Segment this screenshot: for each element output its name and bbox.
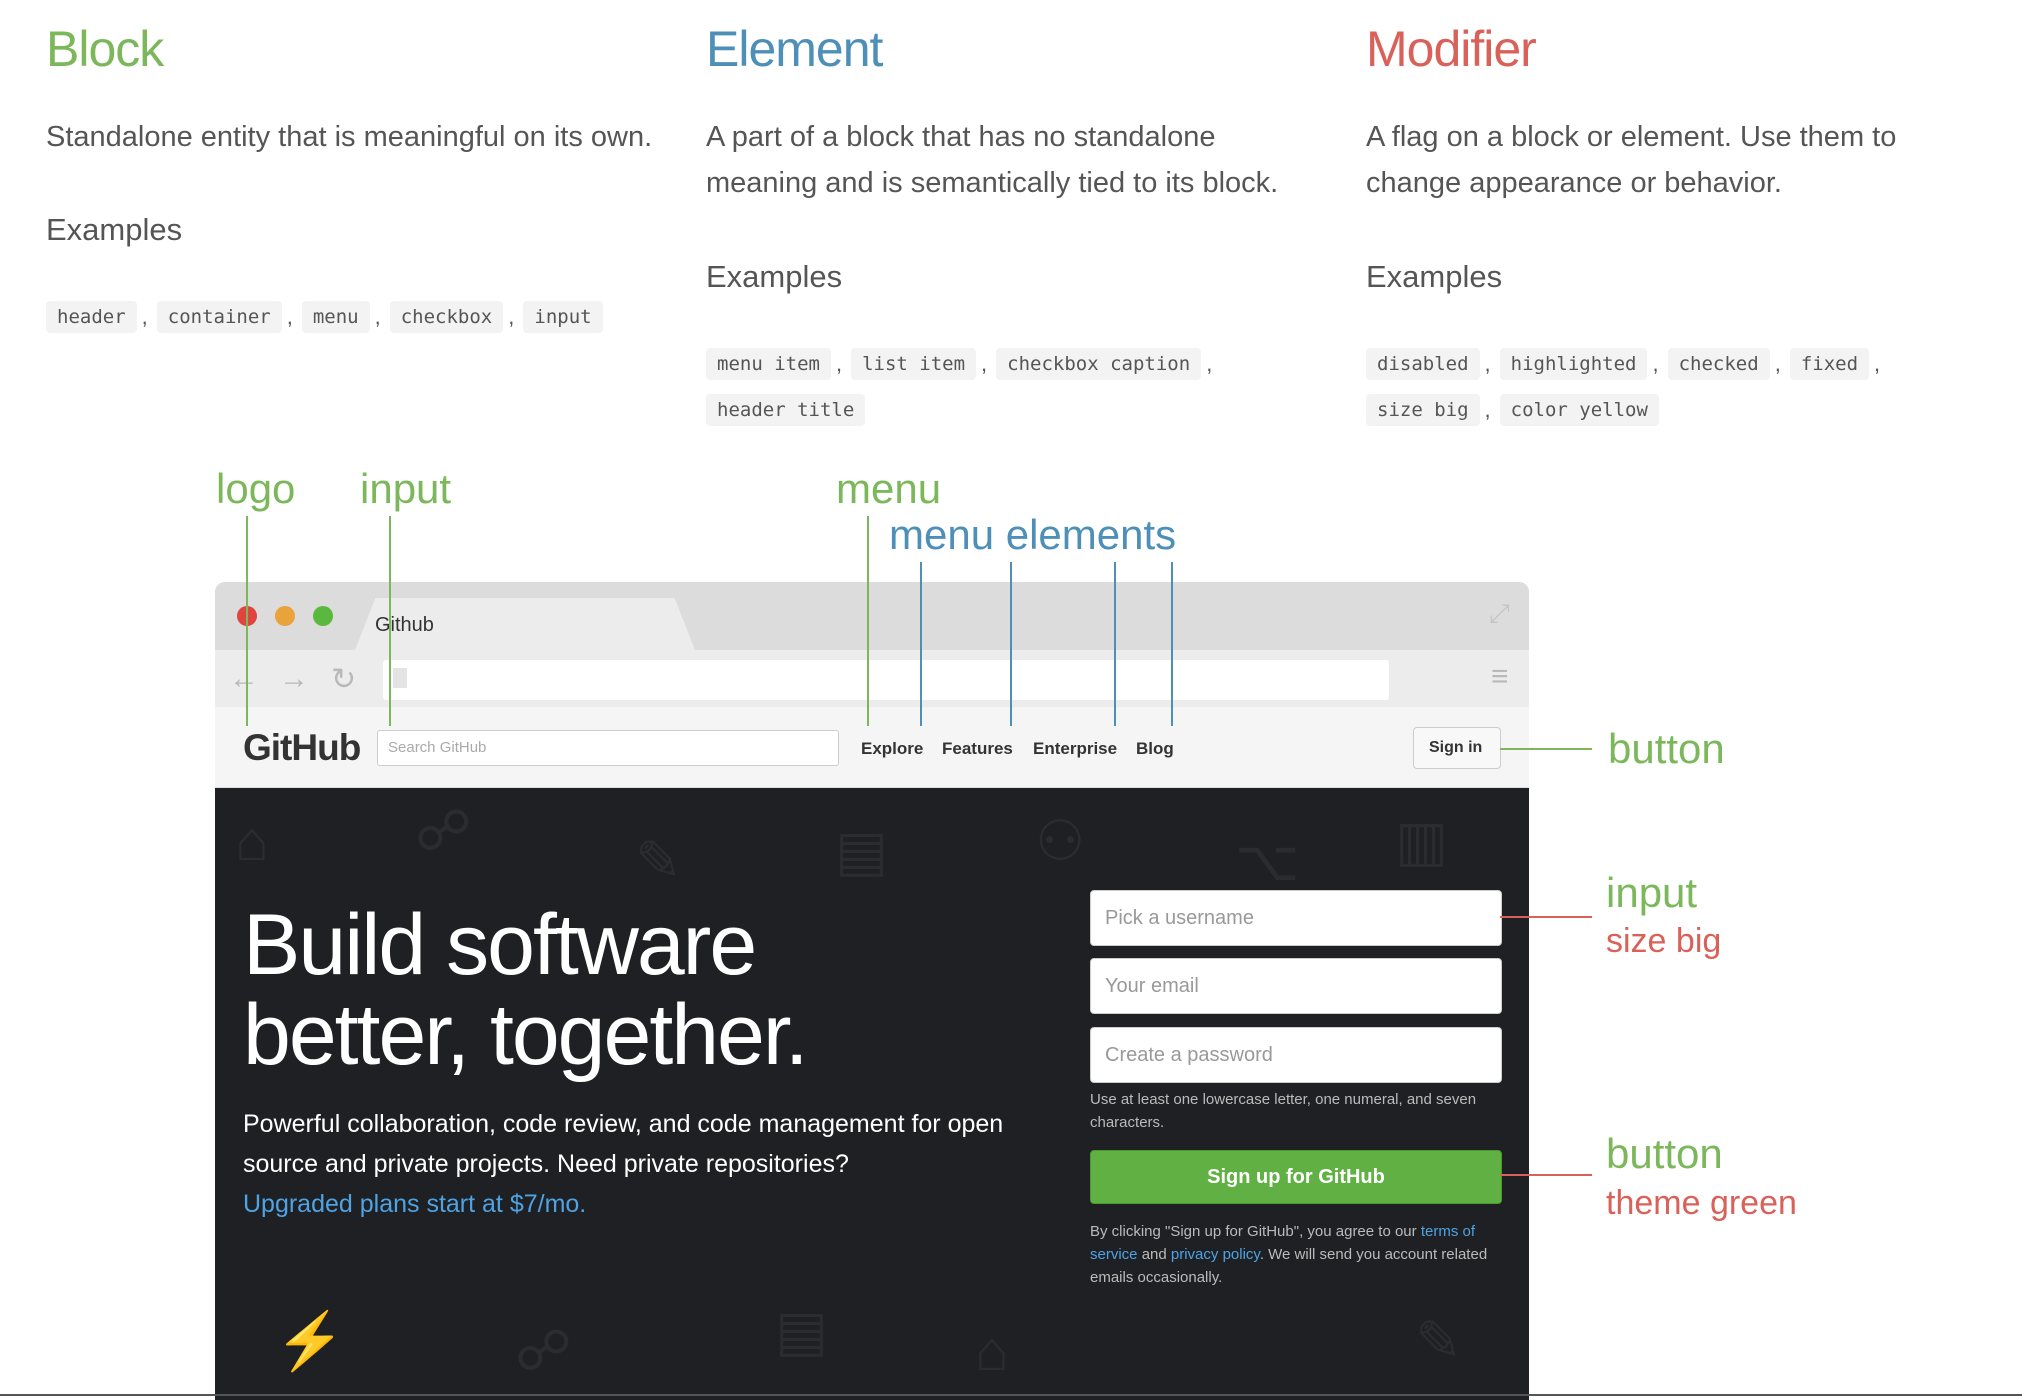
octicon-pattern-icon: ⌂ [235, 809, 269, 872]
menu-icon[interactable]: ≡ [1491, 660, 1509, 694]
address-bar[interactable] [383, 660, 1389, 700]
sign-up-button[interactable]: Sign up for GitHub [1090, 1150, 1502, 1204]
octicon-pattern-icon: ▤ [775, 1299, 828, 1362]
password-input[interactable]: Create a password [1090, 1027, 1502, 1083]
modifier-title: Modifier [1366, 21, 1537, 77]
octicon-pattern-icon: ✎ [635, 829, 682, 892]
annotation-button-modifier: theme green [1606, 1184, 1797, 1222]
hero-lede: Powerful collaboration, code review, and… [243, 1104, 1023, 1224]
example-tag: highlighted [1499, 348, 1648, 380]
menu-item-features[interactable]: Features [942, 739, 1013, 759]
menu-item-enterprise[interactable]: Enterprise [1033, 739, 1117, 759]
example-tag: checkbox [389, 301, 504, 333]
annotation-input-top: input [360, 465, 452, 512]
octicon-pattern-icon: ✎ [1415, 1309, 1462, 1372]
example-tag: disabled [1366, 348, 1480, 380]
headline-line-2: better, together. [243, 987, 809, 1083]
sign-up-label: Sign up for GitHub [1207, 1166, 1385, 1188]
example-tag: header [46, 301, 137, 333]
modifier-description: A flag on a block or element. Use them t… [1366, 121, 1897, 199]
input-pointer-line [389, 516, 391, 726]
example-tag: list item [851, 348, 977, 380]
bottom-divider [0, 1394, 2022, 1396]
example-tag: color yellow [1499, 394, 1659, 426]
input-pointer-line-right [1500, 916, 1592, 918]
element-examples: menu item, list item, checkbox caption, hea… [706, 341, 1346, 433]
username-placeholder: Pick a username [1105, 907, 1254, 929]
octicon-pattern-icon: ⚡ [275, 1309, 345, 1372]
forward-arrow-icon[interactable]: → [279, 662, 309, 696]
annotation-input-form: input [1606, 869, 1698, 916]
github-logo[interactable]: GitHub [243, 727, 361, 769]
fullscreen-icon[interactable]: ⤢ [1489, 598, 1510, 630]
block-examples-heading: Examples [46, 212, 183, 247]
menu-element-pointer-line [1171, 562, 1173, 726]
sign-in-button[interactable]: Sign in [1413, 727, 1501, 769]
octicon-pattern-icon: ▥ [1395, 809, 1448, 872]
menu-element-pointer-line [1010, 562, 1012, 726]
octicon-pattern-icon: ☍ [515, 1319, 572, 1382]
button-pointer-line [1500, 748, 1592, 750]
example-tag: menu [301, 301, 370, 333]
email-placeholder: Your email [1105, 975, 1199, 997]
reload-icon[interactable]: ↻ [331, 662, 356, 697]
username-input[interactable]: Pick a username [1090, 890, 1502, 946]
menu-pointer-line [867, 516, 869, 726]
menu-element-pointer-line [1114, 562, 1116, 726]
modifier-examples: disabled, highlighted, checked, fixed, size … [1366, 341, 2006, 433]
octicon-pattern-icon: ☍ [415, 799, 472, 862]
element-title: Element [706, 21, 883, 77]
search-placeholder: Search GitHub [388, 739, 487, 756]
privacy-link[interactable]: privacy policy [1171, 1246, 1260, 1263]
example-tag: container [156, 301, 282, 333]
tab-title: Github [375, 614, 434, 636]
menu-element-pointer-line [920, 562, 922, 726]
password-hint: Use at least one lowercase letter, one n… [1090, 1091, 1477, 1131]
email-input[interactable]: Your email [1090, 958, 1502, 1014]
menu-item-blog[interactable]: Blog [1136, 739, 1174, 759]
octicon-pattern-icon: ⌂ [975, 1319, 1009, 1382]
example-tag: checked [1667, 348, 1770, 380]
annotation-button-signin: button [1608, 725, 1725, 772]
example-tag: input [523, 301, 603, 333]
legal-prefix: By clicking "Sign up for GitHub", you ag… [1090, 1223, 1417, 1240]
logo-pointer-line [246, 516, 248, 726]
headline-line-1: Build software [243, 897, 757, 993]
annotation-menu-elements: menu elements [889, 511, 1177, 558]
element-description: A part of a block that has no standalone… [706, 121, 1279, 199]
block-examples: header, container, menu, checkbox, input [46, 294, 686, 340]
example-tag: size big [1366, 394, 1480, 426]
block-title: Block [46, 21, 164, 77]
annotation-logo: logo [216, 465, 296, 512]
menu-item-explore[interactable]: Explore [861, 739, 923, 759]
modifier-examples-heading: Examples [1366, 259, 1503, 294]
signup-pointer-line [1500, 1174, 1592, 1176]
hero-headline: Build software better, together. [243, 900, 1063, 1080]
annotation-button-signup: button [1606, 1130, 1723, 1177]
legal-text: By clicking "Sign up for GitHub", you ag… [1090, 1220, 1510, 1289]
browser-mockup: Github ⤢ ← → ↻ ≡ GitHub Search GitHub Ex… [215, 582, 1529, 1400]
back-arrow-icon[interactable]: ← [229, 662, 259, 696]
example-tag: fixed [1789, 348, 1870, 380]
annotation-input-modifier: size big [1606, 922, 1722, 960]
octicon-pattern-icon: ▤ [835, 819, 888, 882]
minimize-dot-icon[interactable] [275, 606, 295, 626]
example-tag: checkbox caption [996, 348, 1202, 380]
maximize-dot-icon[interactable] [313, 606, 333, 626]
example-tag: menu item [706, 348, 831, 380]
page-icon [393, 668, 407, 688]
element-examples-heading: Examples [706, 259, 843, 294]
example-tag: header title [706, 394, 866, 426]
lede-text: Powerful collaboration, code review, and… [243, 1110, 1004, 1178]
legal-and: and [1141, 1246, 1167, 1263]
octicon-pattern-icon: ⌥ [1235, 829, 1300, 892]
block-description: Standalone entity that is meaningful on … [46, 121, 653, 153]
octicon-pattern-icon: ⚇ [1035, 809, 1086, 872]
annotation-menu: menu [836, 465, 942, 512]
sign-in-label: Sign in [1429, 739, 1483, 756]
search-input[interactable]: Search GitHub [377, 730, 839, 766]
pricing-link[interactable]: Upgraded plans start at $7/mo. [243, 1190, 586, 1218]
password-placeholder: Create a password [1105, 1044, 1273, 1066]
